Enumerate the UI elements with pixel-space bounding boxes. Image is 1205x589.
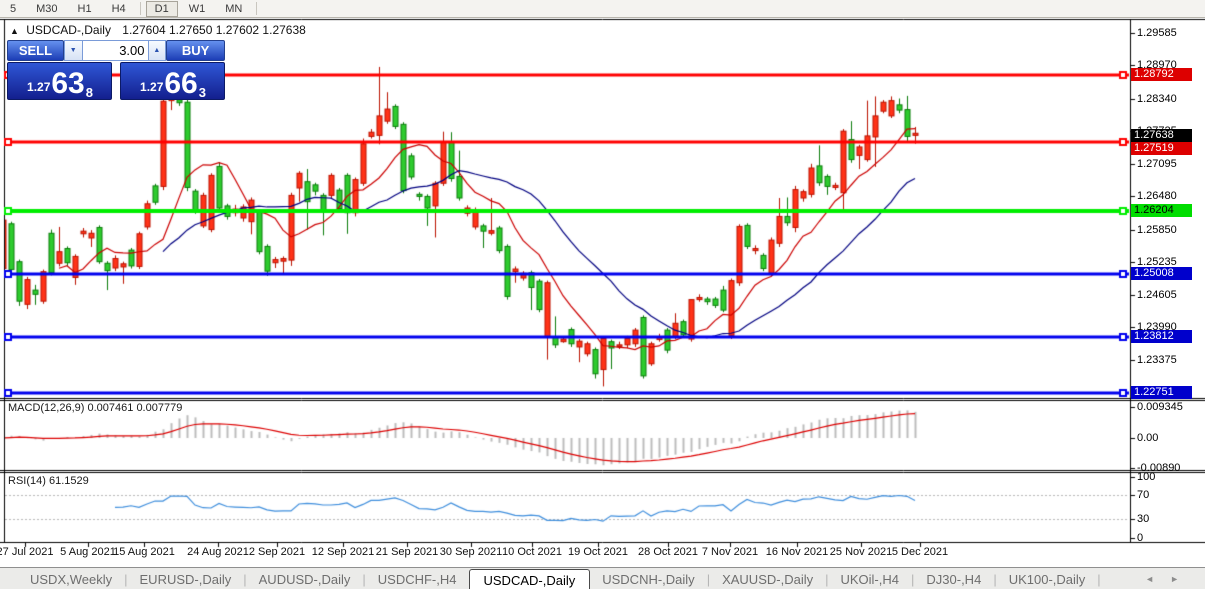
buy-price-big-digits: 66 [164, 70, 197, 98]
toolbar-separator [256, 2, 257, 15]
timeframe-button-w1[interactable]: W1 [180, 1, 215, 17]
timeframe-toolbar: 5M30H1H4 D1W1MN [0, 0, 1205, 18]
tab-ukoil-h4[interactable]: UKOil-,H4 [828, 569, 911, 589]
lot-size-input[interactable] [83, 40, 148, 61]
price-level-tag: 1.25008 [1131, 267, 1192, 280]
sell-button[interactable]: SELL [7, 40, 64, 61]
buy-price-prefix: 1.27 [140, 80, 163, 94]
price-tick-label: 1.28340 [1137, 93, 1177, 105]
date-tick-label: 16 Nov 2021 [766, 546, 828, 558]
price-level-tag: 1.27638 [1131, 129, 1192, 142]
price-level-tag: 1.26204 [1131, 204, 1192, 217]
rsi-tick-label: 0 [1137, 532, 1143, 544]
sell-price-pip-digit: 8 [86, 85, 93, 100]
buy-price-button[interactable]: 1.27 66 3 [120, 62, 225, 100]
sell-price-prefix: 1.27 [27, 80, 50, 94]
price-level-tag: 1.27519 [1131, 142, 1192, 155]
price-level-tag: 1.23812 [1131, 330, 1192, 343]
date-tick-label: 7 Nov 2021 [702, 546, 758, 558]
chart-ohlc-values: 1.27604 1.27650 1.27602 1.27638 [122, 23, 306, 37]
date-tick-label: 19 Oct 2021 [568, 546, 628, 558]
timeframe-button-h4[interactable]: H4 [103, 1, 135, 17]
buy-button[interactable]: BUY [166, 40, 225, 61]
price-level-tag: 1.22751 [1131, 386, 1192, 399]
macd-indicator-label: MACD(12,26,9) 0.007461 0.007779 [8, 402, 182, 414]
price-tick-label: 1.26480 [1137, 190, 1177, 202]
lot-decrease-button[interactable]: ▼ [64, 40, 83, 61]
chevron-up-icon: ▲ [153, 47, 160, 54]
chevron-down-icon: ▼ [70, 47, 77, 54]
chart-tab-bar: USDX,Weekly|EURUSD-,Daily|AUDUSD-,Daily|… [0, 567, 1205, 589]
macd-tick-label: 0.00 [1137, 432, 1158, 444]
price-tick-label: 1.25235 [1137, 256, 1177, 268]
date-tick-label: 24 Aug 2021 [187, 546, 249, 558]
price-tick-label: 1.27095 [1137, 158, 1177, 170]
tab-dj30-h4[interactable]: DJ30-,H4 [914, 569, 993, 589]
timeframe-button-d1[interactable]: D1 [146, 1, 178, 17]
date-tick-label: 27 Jul 2021 [0, 546, 53, 558]
rsi-title: RSI(14) [8, 475, 46, 487]
one-click-trade-panel: SELL ▼ ▲ BUY 1.27 63 8 1.27 66 3 [7, 40, 225, 100]
tab-audusd-daily[interactable]: AUDUSD-,Daily [247, 569, 363, 589]
macd-tick-label: 0.009345 [1137, 401, 1183, 413]
price-tick-label: 1.23375 [1137, 354, 1177, 366]
tab-eurusd-daily[interactable]: EURUSD-,Daily [128, 569, 244, 589]
date-tick-label: 25 Nov 2021 [830, 546, 892, 558]
buy-price-pip-digit: 3 [199, 85, 206, 100]
tab-usdchf-h4[interactable]: USDCHF-,H4 [366, 569, 469, 589]
date-tick-label: 5 Dec 2021 [892, 546, 948, 558]
macd-main-value: 0.007461 [87, 402, 133, 414]
tab-xauusd-daily[interactable]: XAUUSD-,Daily [710, 569, 825, 589]
rsi-indicator-label: RSI(14) 61.1529 [8, 475, 89, 487]
toolbar-separator [140, 2, 141, 15]
tab-separator: | [1097, 569, 1100, 589]
date-tick-label: 12 Sep 2021 [312, 546, 374, 558]
timeframe-button-5[interactable]: 5 [1, 1, 25, 17]
rsi-tick-label: 30 [1137, 513, 1149, 525]
lot-increase-button[interactable]: ▲ [148, 40, 167, 61]
sell-price-button[interactable]: 1.27 63 8 [7, 62, 112, 100]
rsi-tick-label: 70 [1137, 489, 1149, 501]
collapse-triangle-icon[interactable]: ▲ [10, 26, 19, 36]
tab-usdx-weekly[interactable]: USDX,Weekly [18, 569, 124, 589]
sell-price-big-digits: 63 [51, 70, 84, 98]
date-tick-label: 28 Oct 2021 [638, 546, 698, 558]
date-tick-label: 15 Aug 2021 [113, 546, 175, 558]
chart-title: ▲ USDCAD-,Daily 1.27604 1.27650 1.27602 … [10, 23, 306, 37]
trading-platform-window: 5M30H1H4 D1W1MN ▲ USDCAD-,Daily 1.27604 1… [0, 0, 1205, 589]
date-tick-label: 21 Sep 2021 [376, 546, 438, 558]
tab-scroll-arrows[interactable]: ◄► [1145, 574, 1195, 584]
timeframe-button-h1[interactable]: H1 [69, 1, 101, 17]
timeframe-button-mn[interactable]: MN [216, 1, 251, 17]
tab-uk100-daily[interactable]: UK100-,Daily [997, 569, 1098, 589]
macd-title: MACD(12,26,9) [8, 402, 84, 414]
price-level-tag: 1.28792 [1131, 68, 1192, 81]
date-tick-label: 10 Oct 2021 [502, 546, 562, 558]
price-tick-label: 1.24605 [1137, 289, 1177, 301]
rsi-tick-label: 100 [1137, 471, 1155, 483]
rsi-value: 61.1529 [49, 475, 89, 487]
price-tick-label: 1.29585 [1137, 27, 1177, 39]
chart-symbol-label: USDCAD-,Daily [26, 23, 111, 37]
price-tick-label: 1.25850 [1137, 224, 1177, 236]
macd-signal-value: 0.007779 [136, 402, 182, 414]
timeframe-button-m30[interactable]: M30 [27, 1, 66, 17]
tab-usdcad-daily[interactable]: USDCAD-,Daily [469, 569, 591, 589]
date-tick-label: 5 Aug 2021 [60, 546, 116, 558]
date-tick-label: 2 Sep 2021 [249, 546, 305, 558]
tab-usdcnh-daily[interactable]: USDCNH-,Daily [590, 569, 706, 589]
date-tick-label: 30 Sep 2021 [440, 546, 502, 558]
